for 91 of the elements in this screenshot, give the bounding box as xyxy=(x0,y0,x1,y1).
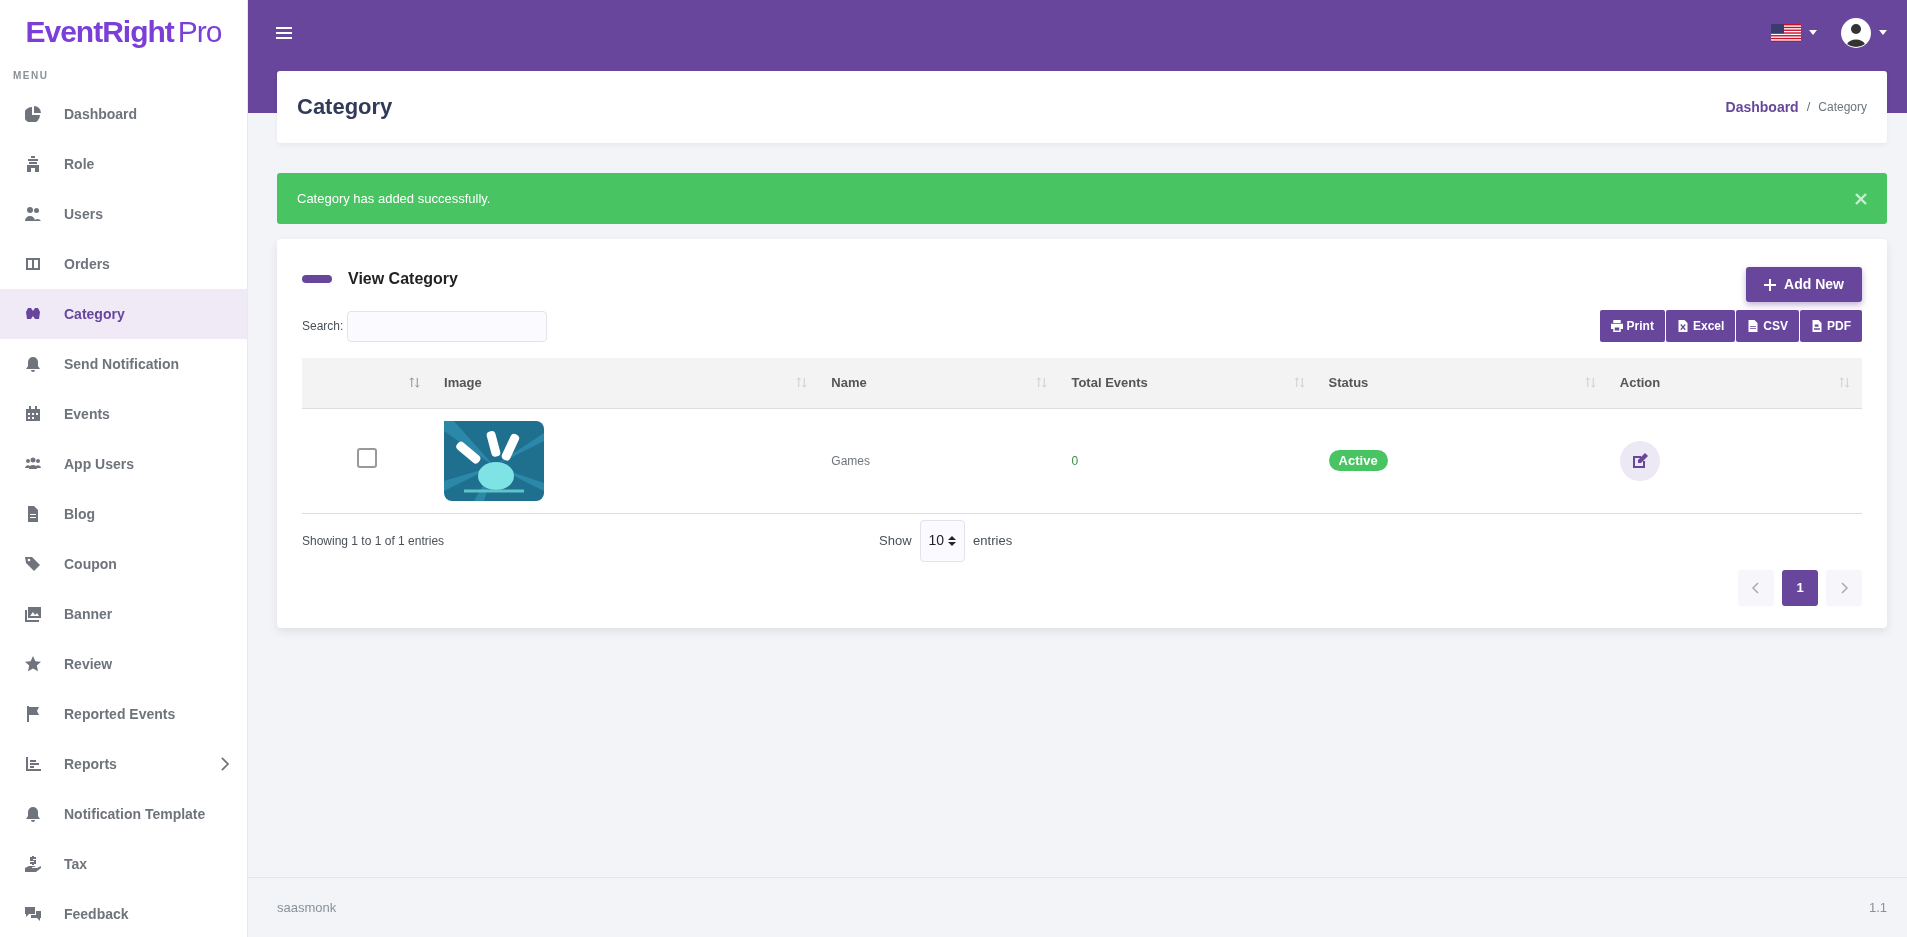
sidebar-item[interactable]: Orders xyxy=(0,239,247,289)
row-checkbox[interactable] xyxy=(357,448,378,468)
hand-coin-icon xyxy=(25,856,41,872)
group-icon xyxy=(25,456,41,472)
column-header: Image xyxy=(444,374,482,392)
sidebar-item[interactable]: Feedback xyxy=(0,889,247,937)
column-header: Total Events xyxy=(1071,374,1148,392)
card-title: View Category xyxy=(348,269,458,289)
footer-text: saasmonk xyxy=(277,898,337,917)
alert-message: Category has added successfully. xyxy=(297,189,491,208)
breadcrumb-separator: / xyxy=(1806,98,1811,117)
avatar-icon xyxy=(1841,17,1871,48)
caret-icon xyxy=(1809,30,1817,35)
csv-button[interactable]: CSV xyxy=(1736,310,1799,342)
table-cell: Games xyxy=(831,453,870,468)
plus-icon xyxy=(1764,278,1777,291)
breadcrumb-current: Category xyxy=(1818,99,1867,116)
close-icon xyxy=(1855,193,1867,206)
length-label: Show xyxy=(879,531,912,550)
pdf-button[interactable]: PDF xyxy=(1800,310,1862,342)
building-icon xyxy=(25,156,41,172)
tags-icon xyxy=(25,556,41,572)
title-accent xyxy=(302,275,332,283)
sidebar-item[interactable]: Tax xyxy=(0,839,247,889)
sidebar-item[interactable]: Blog xyxy=(0,489,247,539)
sidebar-item[interactable]: Reported Events xyxy=(0,689,247,739)
page-title: Category xyxy=(297,93,393,121)
sort-icon xyxy=(1839,377,1850,389)
sidebar-item[interactable]: App Users xyxy=(0,439,247,489)
caret-icon xyxy=(1879,30,1887,35)
column-header: Name xyxy=(831,374,867,392)
sidebar-item[interactable]: Banner xyxy=(0,589,247,639)
calendar-icon xyxy=(25,406,41,422)
status-label: Active xyxy=(1328,449,1388,471)
bell-icon xyxy=(25,806,41,822)
pie-chart-icon xyxy=(25,106,41,122)
bar-list-icon xyxy=(25,756,41,772)
sidebar-item[interactable]: Users xyxy=(0,189,247,239)
sidebar-item[interactable]: Reports xyxy=(0,739,247,789)
flag-icon xyxy=(25,706,41,722)
sort-caret-icon xyxy=(948,535,957,546)
excel-button[interactable]: Excel xyxy=(1665,310,1736,342)
language-dropdown[interactable] xyxy=(1771,23,1817,42)
column-header: Status xyxy=(1328,374,1369,392)
columns-icon xyxy=(25,256,41,272)
page-button[interactable]: 1 xyxy=(1782,569,1818,606)
page-length-select[interactable]: 10 xyxy=(919,519,966,562)
sidebar-item[interactable]: Coupon xyxy=(0,539,247,589)
printer-icon xyxy=(1610,320,1623,332)
breadcrumb-link[interactable]: Dashboard xyxy=(1725,96,1799,118)
sort-icon xyxy=(796,377,808,389)
sidebar-item[interactable]: Review xyxy=(0,639,247,689)
sort-icon xyxy=(1584,377,1596,389)
sidebar-item[interactable]: Send Notification xyxy=(0,339,247,389)
chevron-right-icon xyxy=(1840,581,1848,594)
sidebar-item[interactable]: Role xyxy=(0,139,247,189)
goggles-icon xyxy=(25,306,41,322)
menu-heading: MENU xyxy=(12,69,50,83)
sidebar-item[interactable]: Dashboard xyxy=(0,89,247,139)
sort-icon xyxy=(409,377,421,389)
chevron-left-icon xyxy=(1752,581,1760,594)
document-icon xyxy=(25,506,41,522)
previous-page-button[interactable] xyxy=(1738,569,1774,606)
users-icon xyxy=(25,206,41,222)
add-new-button[interactable]: Add New xyxy=(1746,267,1862,302)
star-icon xyxy=(25,656,41,672)
chat-icon xyxy=(25,906,41,922)
csv-file-icon xyxy=(1747,320,1760,332)
pdf-file-icon xyxy=(1811,320,1823,332)
images-icon xyxy=(25,606,41,622)
print-button[interactable]: Print xyxy=(1599,310,1665,342)
search-field[interactable] xyxy=(347,310,548,342)
version-text: 1.1 xyxy=(1868,898,1887,917)
search-label: Search: xyxy=(302,318,344,335)
next-page-button[interactable] xyxy=(1826,569,1862,606)
sort-icon xyxy=(1293,377,1305,389)
bell-icon xyxy=(25,356,41,372)
sort-icon xyxy=(1036,377,1048,389)
logo: EventRightPro xyxy=(24,13,223,50)
sidebar-item[interactable]: Events xyxy=(0,389,247,439)
edit-icon xyxy=(1631,452,1648,469)
column-header: Action xyxy=(1619,374,1661,392)
table-cell: 0 xyxy=(1071,453,1079,468)
length-label: entries xyxy=(973,531,1013,550)
menu-icon xyxy=(276,26,292,41)
chevron-right-icon xyxy=(220,757,229,771)
excel-file-icon xyxy=(1676,320,1689,332)
user-dropdown[interactable] xyxy=(1841,17,1887,48)
table-info: Showing 1 to 1 of 1 entries xyxy=(302,532,446,550)
sidebar-item[interactable]: Category xyxy=(0,289,247,339)
sidebar-item[interactable]: Notification Template xyxy=(0,789,247,839)
